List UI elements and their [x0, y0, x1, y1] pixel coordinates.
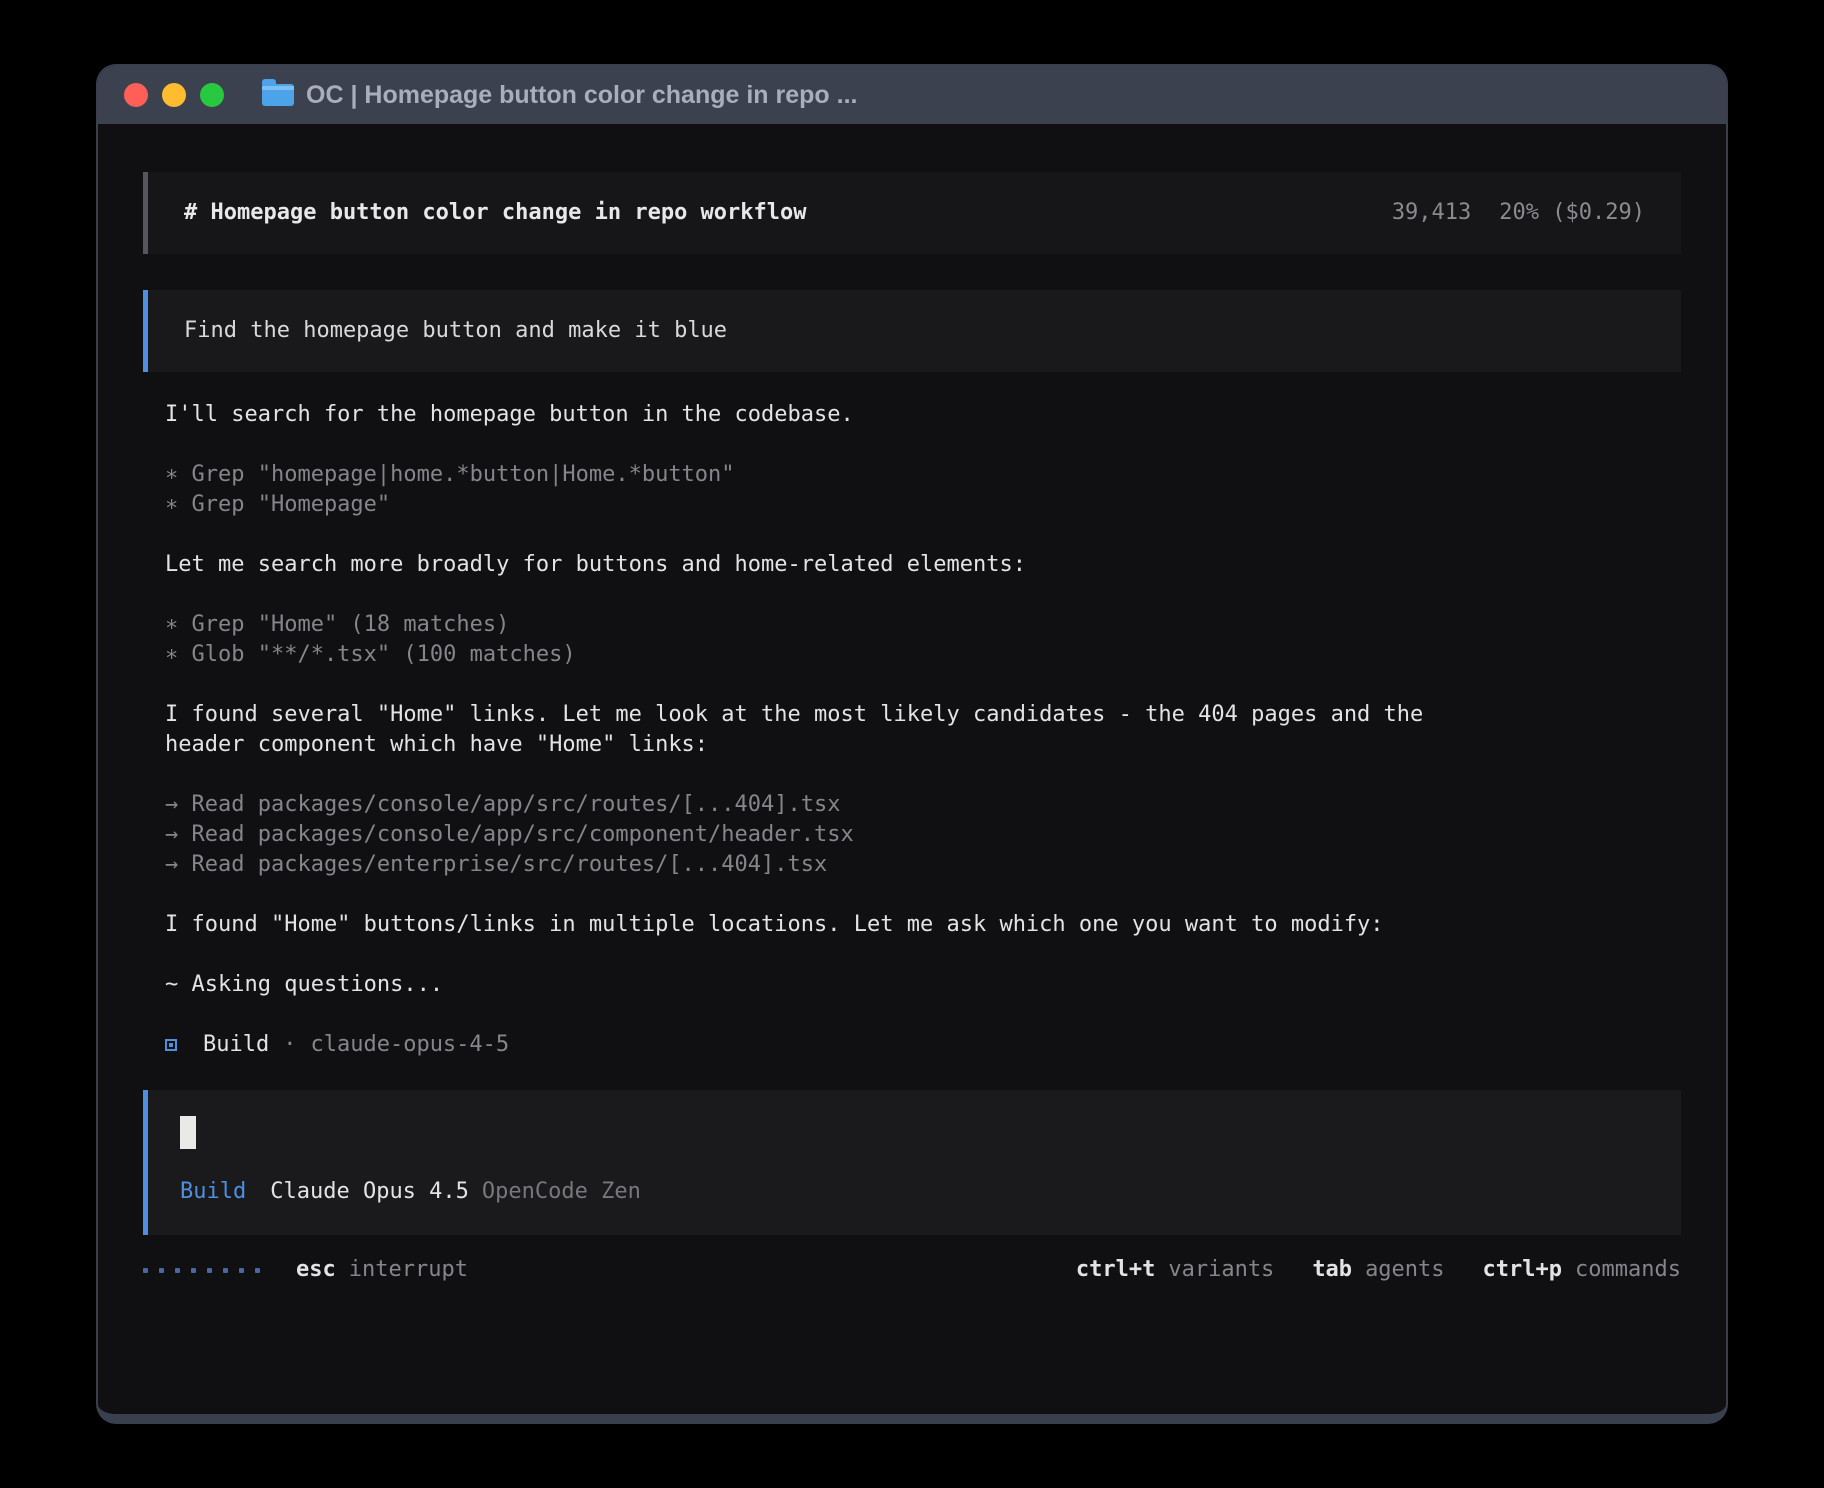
assistant-text-line: I found "Home" buttons/links in multiple… — [165, 910, 1453, 940]
tool-call-line: ∗ Glob "**/*.tsx" (100 matches) — [165, 640, 1453, 670]
agent-status-line: Build · claude-opus-4-5 — [165, 1030, 1453, 1060]
tool-call-line: ∗ Grep "Homepage" — [165, 490, 1453, 520]
folder-icon — [262, 84, 294, 106]
hint-key: ctrl+t — [1076, 1257, 1155, 1282]
status-bar: escinterrupt ctrl+tvariantstabagentsctrl… — [143, 1255, 1681, 1285]
session-header: # Homepage button color change in repo w… — [143, 172, 1681, 254]
keyboard-hint-interrupt: esc interrupt — [296, 1257, 468, 1282]
tool-call-block: ∗ Grep "homepage|home.*button|Home.*butt… — [165, 460, 1453, 520]
hint-label: interrupt — [349, 1257, 468, 1282]
minimize-button[interactable] — [162, 83, 186, 107]
session-stats: 39,413 20% ($0.29) — [1392, 198, 1645, 228]
window-title: OC | Homepage button color change in rep… — [306, 81, 857, 110]
status-bar-left: esc interrupt — [143, 1255, 468, 1285]
terminal-body: # Homepage button color change in repo w… — [98, 124, 1726, 1285]
spinner-dot — [175, 1268, 180, 1273]
message-list: I'll search for the homepage button in t… — [165, 400, 1453, 1000]
assistant-text-block: Let me search more broadly for buttons a… — [165, 550, 1453, 580]
spinner-dot — [191, 1268, 196, 1273]
keyboard-hint-commands: ctrl+p commands — [1483, 1255, 1681, 1285]
session-title: # Homepage button color change in repo w… — [184, 198, 807, 228]
window-titlebar[interactable]: OC | Homepage button color change in rep… — [98, 66, 1726, 124]
agent-separator: · — [283, 1030, 296, 1060]
tool-call-line: → Read packages/console/app/src/routes/[… — [165, 790, 1453, 820]
input-provider-label: OpenCode Zen — [482, 1177, 641, 1207]
tool-call-block: ∗ Grep "Home" (18 matches)∗ Glob "**/*.t… — [165, 610, 1453, 670]
spinner-dot — [255, 1268, 260, 1273]
conversation: I'll search for the homepage button in t… — [143, 400, 1453, 1060]
hint-key: esc — [296, 1257, 336, 1282]
input-model-label[interactable]: Claude Opus 4.5 — [270, 1177, 469, 1207]
assistant-text-line: I found several "Home" links. Let me loo… — [165, 700, 1453, 760]
assistant-text-line: Let me search more broadly for buttons a… — [165, 550, 1453, 580]
agent-icon — [165, 1039, 177, 1051]
assistant-text-block: I found several "Home" links. Let me loo… — [165, 700, 1453, 760]
assistant-text-block: I'll search for the homepage button in t… — [165, 400, 1453, 430]
tool-call-line: → Read packages/enterprise/src/routes/[.… — [165, 850, 1453, 880]
hint-key: tab — [1312, 1257, 1352, 1282]
keyboard-hint-variants: ctrl+t variants — [1076, 1255, 1274, 1285]
user-message: Find the homepage button and make it blu… — [143, 290, 1681, 372]
text-cursor — [180, 1116, 196, 1149]
assistant-text-block: ~ Asking questions... — [165, 970, 1453, 1000]
hint-label: variants — [1168, 1257, 1274, 1282]
context-usage: 20% ($0.29) — [1499, 198, 1645, 228]
agent-name: Build — [203, 1030, 269, 1060]
tool-call-line: ∗ Grep "homepage|home.*button|Home.*butt… — [165, 460, 1453, 490]
spinner-icon — [143, 1268, 260, 1273]
assistant-text-line: I'll search for the homepage button in t… — [165, 400, 1453, 430]
input-meta: Build Claude Opus 4.5 OpenCode Zen — [180, 1177, 1649, 1207]
message-input[interactable]: Build Claude Opus 4.5 OpenCode Zen — [143, 1090, 1681, 1235]
input-agent-label[interactable]: Build — [180, 1177, 246, 1207]
hint-label: agents — [1365, 1257, 1444, 1282]
close-button[interactable] — [124, 83, 148, 107]
left-hints: esc interrupt — [296, 1255, 468, 1285]
hint-key: ctrl+p — [1483, 1257, 1562, 1282]
token-count: 39,413 — [1392, 198, 1471, 228]
spinner-dot — [207, 1268, 212, 1273]
hint-label: commands — [1575, 1257, 1681, 1282]
spinner-dot — [239, 1268, 244, 1273]
spinner-dot — [223, 1268, 228, 1273]
user-message-text: Find the homepage button and make it blu… — [184, 318, 727, 343]
assistant-text-line: ~ Asking questions... — [165, 970, 1453, 1000]
agent-model: claude-opus-4-5 — [310, 1030, 509, 1060]
tool-call-block: → Read packages/console/app/src/routes/[… — [165, 790, 1453, 880]
spinner-dot — [143, 1268, 148, 1273]
status-bar-right: ctrl+t variants tab agents ctrl+p commands — [1076, 1255, 1681, 1285]
terminal-window: OC | Homepage button color change in rep… — [96, 64, 1728, 1424]
tool-call-line: → Read packages/console/app/src/componen… — [165, 820, 1453, 850]
keyboard-hint-agents: tab agents — [1312, 1255, 1444, 1285]
assistant-text-block: I found "Home" buttons/links in multiple… — [165, 910, 1453, 940]
zoom-button[interactable] — [200, 83, 224, 107]
tool-call-line: ∗ Grep "Home" (18 matches) — [165, 610, 1453, 640]
spinner-dot — [159, 1268, 164, 1273]
